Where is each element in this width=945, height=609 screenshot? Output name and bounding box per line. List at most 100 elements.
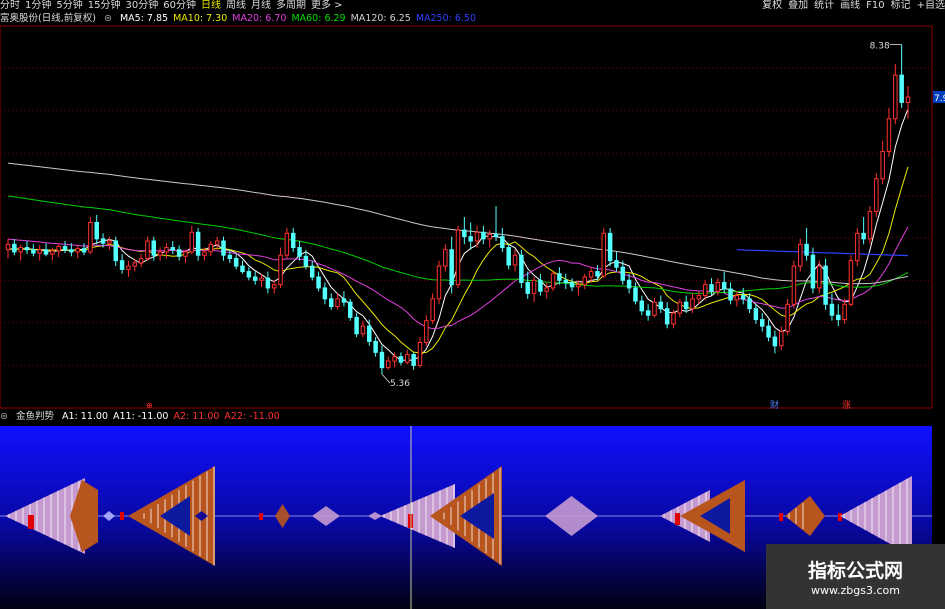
candle-body: [759, 319, 765, 327]
marker-zhang: 涨: [842, 400, 851, 411]
candle-body: [462, 229, 467, 238]
candle-body: [202, 251, 207, 256]
candle-body: [633, 287, 638, 302]
candle-body: [417, 342, 423, 366]
candle-body: [664, 308, 670, 325]
candle-body: [804, 243, 809, 256]
candle-body: [405, 354, 410, 363]
candle-body: [481, 231, 486, 240]
candle-body: [658, 301, 664, 310]
candle-body: [119, 260, 125, 270]
candle-body: [69, 249, 74, 253]
candle-body: [100, 238, 106, 244]
candle-body: [855, 232, 860, 262]
candle-body: [544, 287, 549, 292]
candle-body: [113, 240, 118, 262]
candle-body: [563, 279, 568, 283]
candle-body: [500, 236, 505, 249]
candle-body: [519, 254, 524, 283]
watermark: 指标公式网 www.zbgs3.com: [766, 544, 945, 609]
candle-body: [214, 240, 220, 245]
candle-body: [601, 232, 607, 277]
candle-body: [126, 265, 131, 270]
candle-body: [525, 281, 530, 294]
candle-body: [449, 249, 454, 286]
candle-body: [88, 221, 93, 253]
candle-body: [246, 271, 252, 278]
candle-body: [341, 298, 347, 303]
marker-cai: 财: [770, 399, 779, 411]
candle-body: [367, 325, 372, 342]
candle-body: [373, 340, 378, 353]
candle-body: [455, 229, 461, 286]
candle-body: [252, 276, 258, 281]
candle-body: [75, 248, 80, 253]
candle-body: [424, 320, 429, 344]
candle-body: [899, 74, 904, 103]
candle-body: [183, 251, 188, 257]
candle-body: [512, 254, 518, 266]
candle-body: [766, 325, 771, 338]
candle-body: [721, 281, 727, 290]
candle-body: [24, 247, 30, 251]
watermark-url: www.zbgs3.com: [811, 584, 900, 597]
candle-body: [734, 295, 740, 301]
candle-body: [588, 271, 594, 278]
candle-body: [595, 271, 600, 277]
low-label: 5.36: [390, 379, 410, 389]
candle-body: [531, 279, 537, 294]
candle-body: [392, 356, 397, 362]
last-price-label: 7.9: [934, 94, 945, 104]
candle-body: [569, 281, 575, 288]
candle-body: [778, 331, 784, 347]
candle-body: [861, 232, 866, 240]
candle-body: [817, 265, 822, 289]
candle-body: [386, 360, 391, 369]
candle-body: [728, 288, 733, 301]
candle-body: [107, 240, 112, 244]
candle-body: [164, 247, 169, 253]
candle-body: [493, 233, 499, 238]
candle-body: [645, 310, 651, 316]
candle-body: [614, 260, 619, 268]
candle-body: [829, 303, 835, 316]
candle-body: [354, 316, 359, 335]
candle-body: [189, 231, 195, 253]
candle-body: [880, 151, 885, 180]
fish-eye-9: [779, 513, 783, 521]
candle-body: [677, 301, 683, 314]
candle-body: [607, 232, 613, 262]
candle-body: [208, 243, 214, 253]
candle-body: [62, 245, 68, 251]
candle-body: [151, 240, 157, 256]
candle-body: [227, 254, 233, 259]
candle-body: [810, 254, 816, 289]
kline-chart[interactable]: 8.38 5.36 7.9 ⊕ 财 涨: [0, 0, 945, 609]
candle-body: [468, 236, 473, 242]
candle-body: [398, 356, 404, 363]
candle-body: [284, 232, 290, 256]
candle-body: [576, 284, 581, 288]
candle-body: [12, 243, 17, 253]
candle-body: [132, 262, 138, 267]
candle-body: [335, 298, 340, 307]
candle-body: [702, 284, 708, 297]
candle-body: [271, 284, 277, 289]
candle-body: [709, 284, 714, 292]
candle-body: [81, 248, 87, 253]
main-panel-frame: [0, 25, 933, 409]
candle-body: [842, 303, 847, 321]
candle-body: [37, 249, 42, 254]
candle-body: [5, 243, 11, 251]
candle-body: [506, 247, 511, 266]
candle-body: [626, 279, 632, 289]
candle-body: [221, 240, 226, 256]
candle-body: [430, 298, 435, 322]
candle-body: [823, 265, 828, 305]
candle-body: [170, 247, 176, 251]
candle-body: [43, 249, 49, 255]
candle-body: [297, 247, 302, 257]
candle-body: [290, 232, 296, 249]
candle-body: [747, 298, 752, 310]
candle-body: [265, 277, 271, 289]
